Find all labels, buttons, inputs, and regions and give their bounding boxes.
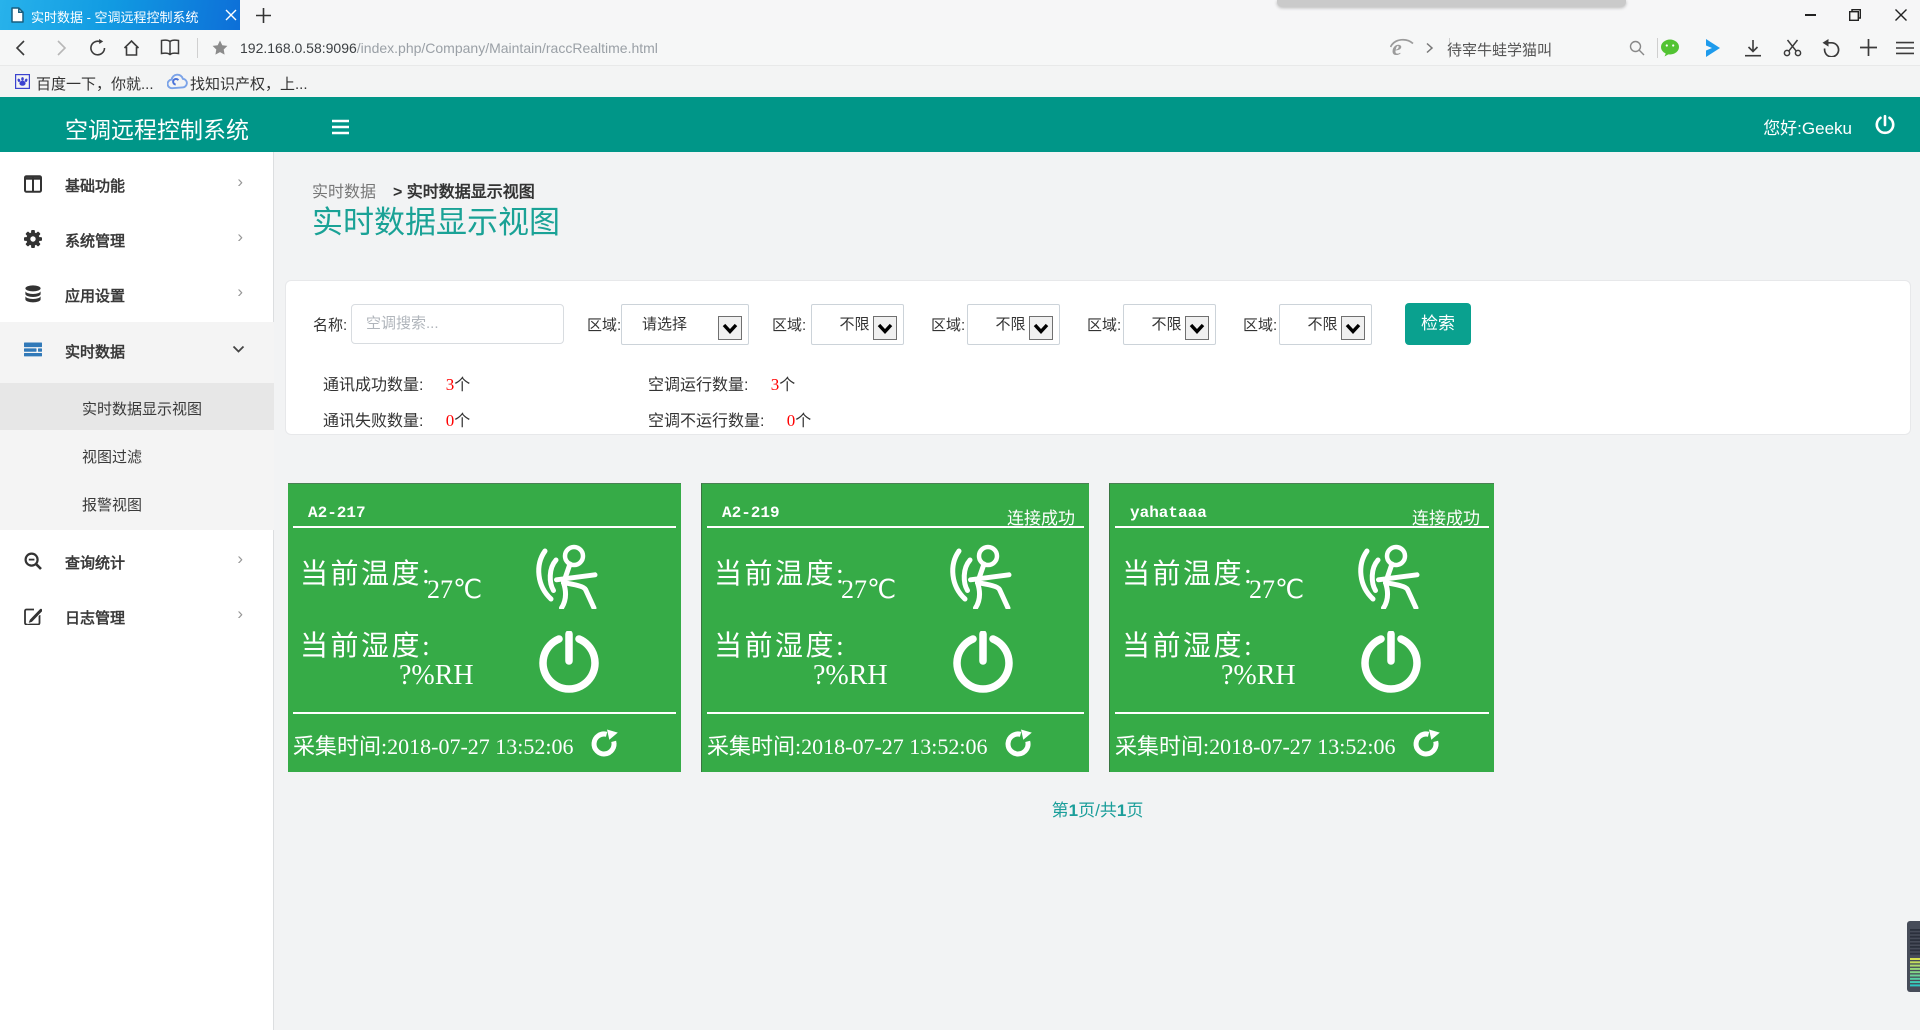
svg-text:e: e [1392,35,1402,59]
